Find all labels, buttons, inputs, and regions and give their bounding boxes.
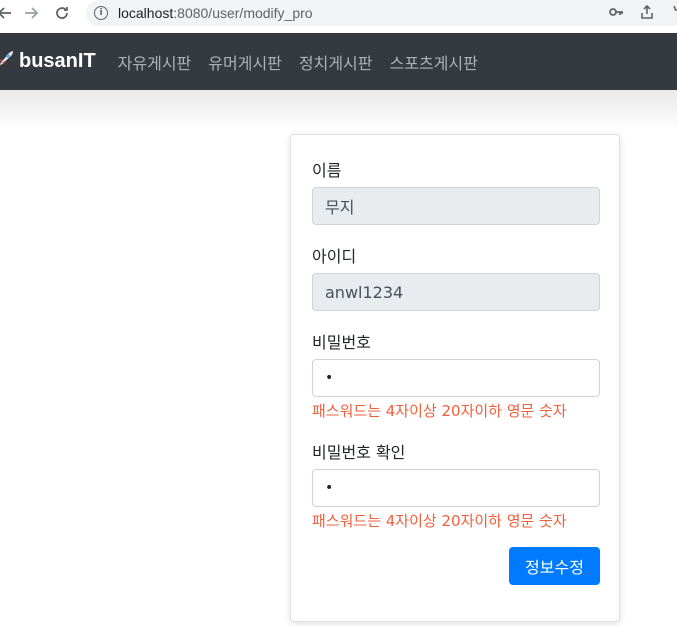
modify-form-card: 이름 무지 아이디 anwl1234 비밀번호 • 패스워드는 4자이상 20자…: [290, 134, 620, 622]
modify-info-button[interactable]: 정보수정: [509, 547, 600, 585]
reload-icon[interactable]: [51, 2, 73, 24]
navbar-shadow: [0, 90, 677, 130]
info-icon[interactable]: i: [94, 6, 108, 20]
password-confirm-field[interactable]: •: [312, 469, 600, 507]
star-icon[interactable]: [669, 4, 677, 24]
share-icon[interactable]: [639, 4, 655, 24]
password-label: 비밀번호: [312, 333, 371, 352]
password-value: •: [325, 370, 334, 386]
nav-link-free-board[interactable]: 자유게시판: [118, 50, 192, 74]
top-navbar: busanIT 자유게시판 유머게시판 정치게시판 스포츠게시판: [0, 33, 677, 90]
browser-toolbar: i localhost:8080/user/modify_pro: [0, 0, 677, 34]
nav-link-politics-board[interactable]: 정치게시판: [299, 50, 373, 74]
rocket-icon: [0, 48, 16, 76]
nav-link-sports-board[interactable]: 스포츠게시판: [390, 50, 478, 74]
id-field[interactable]: anwl1234: [312, 273, 600, 311]
address-bar[interactable]: i localhost:8080/user/modify_pro: [86, 0, 677, 26]
url-text: localhost:8080/user/modify_pro: [118, 5, 313, 21]
nav-link-humor-board[interactable]: 유머게시판: [208, 50, 282, 74]
password-confirm-label: 비밀번호 확인: [312, 443, 406, 462]
back-arrow-icon[interactable]: [0, 2, 16, 24]
password-field[interactable]: •: [312, 359, 600, 397]
brand-text: busanIT: [19, 50, 96, 72]
password-confirm-error: 패스워드는 4자이상 20자이하 영문 숫자: [312, 512, 567, 530]
nav-links: 자유게시판 유머게시판 정치게시판 스포츠게시판: [118, 50, 495, 74]
key-icon[interactable]: [608, 4, 624, 24]
password-error: 패스워드는 4자이상 20자이하 영문 숫자: [312, 402, 567, 420]
id-value: anwl1234: [325, 282, 404, 302]
forward-arrow-icon[interactable]: [20, 2, 42, 24]
name-value: 무지: [325, 198, 355, 217]
brand-link[interactable]: busanIT: [0, 48, 96, 76]
id-label: 아이디: [312, 247, 357, 266]
password-confirm-value: •: [325, 480, 334, 496]
name-field[interactable]: 무지: [312, 187, 600, 225]
name-label: 이름: [312, 161, 342, 180]
